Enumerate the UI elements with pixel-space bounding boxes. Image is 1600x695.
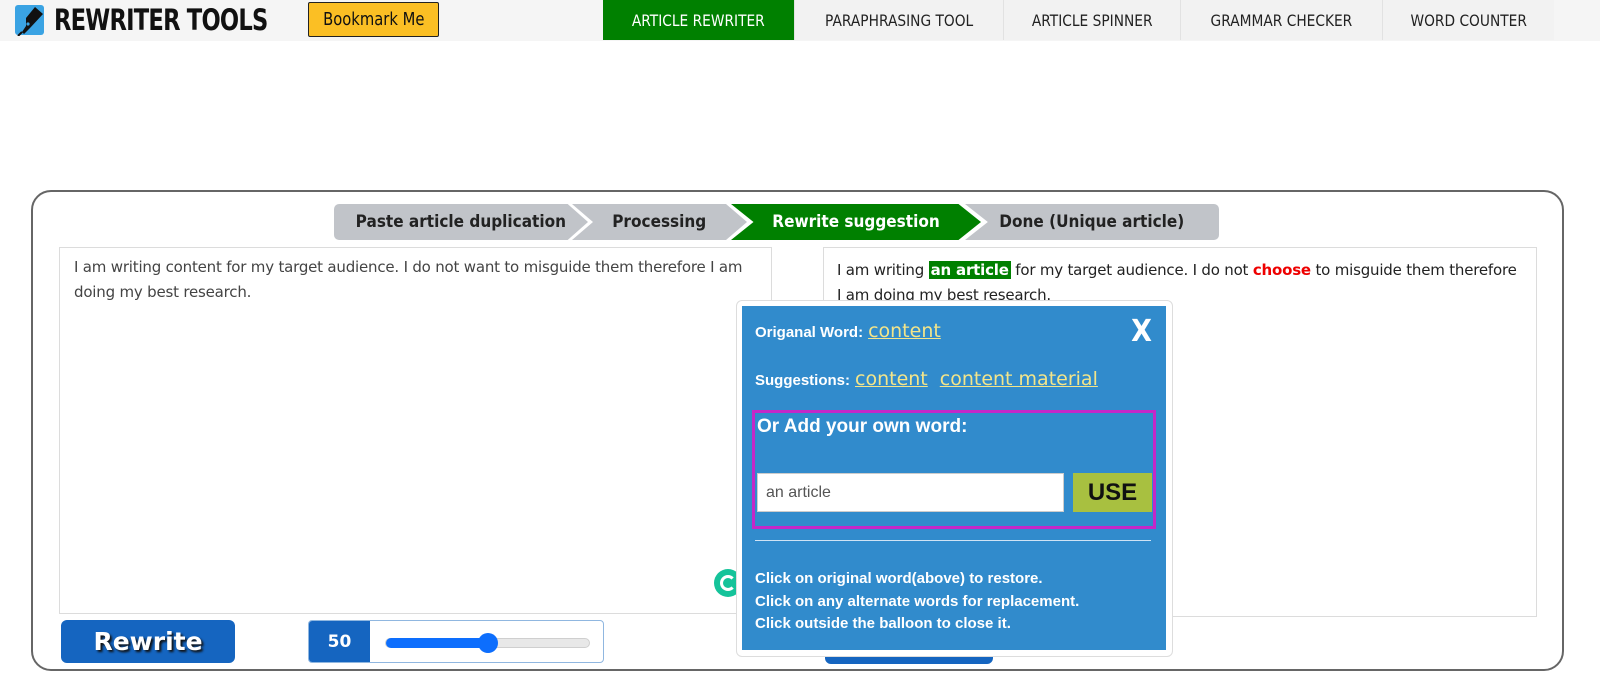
nav-grammar-checker[interactable]: GRAMMAR CHECKER xyxy=(1180,0,1382,40)
replaced-word[interactable]: an article xyxy=(928,261,1011,279)
original-word-label: Origanal Word: xyxy=(755,324,864,341)
main-nav: ARTICLE REWRITER PARAPHRASING TOOL ARTIC… xyxy=(603,0,1555,40)
input-textarea[interactable]: I am writing content for my target audie… xyxy=(59,247,772,614)
suggestions-row: Suggestions: content content material xyxy=(755,368,1098,390)
output-segment: for my target audience. I do not xyxy=(1010,261,1253,279)
logo[interactable]: REWRITER TOOLS xyxy=(13,1,328,39)
help-line: Click on any alternate words for replace… xyxy=(755,592,1080,610)
nav-label: ARTICLE REWRITER xyxy=(631,10,765,30)
step-label: Done (Unique article) xyxy=(999,212,1185,232)
step-done: Done (Unique article) xyxy=(965,204,1219,240)
own-word-label: Or Add your own word: xyxy=(757,416,968,437)
step-label: Processing xyxy=(612,212,707,232)
suggestion-balloon: Origanal Word: content X Suggestions: co… xyxy=(742,306,1166,650)
nav-paraphrasing-tool[interactable]: PARAPHRASING TOOL xyxy=(793,0,1003,40)
help-line: Click outside the balloon to close it. xyxy=(755,615,1011,632)
top-header: REWRITER TOOLS Bookmark Me ARTICLE REWRI… xyxy=(0,0,1600,41)
own-word-box: Or Add your own word: USE xyxy=(752,410,1156,529)
suggestion-link[interactable]: content xyxy=(855,368,928,390)
pen-nib-icon xyxy=(13,4,46,37)
bookmark-label: Bookmark Me xyxy=(322,9,425,30)
step-label: Rewrite suggestion xyxy=(772,212,940,232)
own-word-input[interactable] xyxy=(757,473,1064,512)
close-icon[interactable]: X xyxy=(1131,314,1152,349)
nav-article-spinner[interactable]: ARTICLE SPINNER xyxy=(1002,0,1181,40)
slider-value: 50 xyxy=(309,621,370,662)
nav-word-counter[interactable]: WORD COUNTER xyxy=(1381,0,1555,40)
suggestions-label: Suggestions: xyxy=(755,372,851,389)
help-line: Click on original word(above) to restore… xyxy=(755,570,1043,587)
rewrite-button[interactable]: Rewrite xyxy=(61,620,235,663)
step-processing: Processing xyxy=(572,204,747,240)
slider-track[interactable] xyxy=(385,633,590,653)
slider-fill xyxy=(386,638,488,648)
nav-label: WORD COUNTER xyxy=(1410,10,1527,30)
logo-text: REWRITER TOOLS xyxy=(54,3,268,37)
step-label: Paste article duplication xyxy=(355,212,567,232)
changed-word[interactable]: choose xyxy=(1253,261,1311,279)
original-word-link[interactable]: content xyxy=(868,320,941,342)
bookmark-button[interactable]: Bookmark Me xyxy=(308,2,439,37)
balloon-divider xyxy=(755,540,1151,541)
progress-steps: Paste article duplication Processing Rew… xyxy=(334,204,1219,240)
nav-label: PARAPHRASING TOOL xyxy=(824,10,973,30)
step-paste-article: Paste article duplication xyxy=(334,204,588,240)
use-button[interactable]: USE xyxy=(1073,473,1152,512)
nav-label: ARTICLE SPINNER xyxy=(1031,10,1153,30)
rewrite-strength-slider: 50 xyxy=(308,620,604,663)
original-word-row: Origanal Word: content xyxy=(755,320,941,342)
balloon-help: Click on original word(above) to restore… xyxy=(755,568,1079,636)
nav-article-rewriter[interactable]: ARTICLE REWRITER xyxy=(603,0,794,40)
slider-thumb[interactable] xyxy=(477,633,498,653)
input-text: I am writing content for my target audie… xyxy=(74,258,743,301)
suggestion-link[interactable]: content material xyxy=(940,368,1098,390)
nav-label: GRAMMAR CHECKER xyxy=(1210,10,1353,30)
step-rewrite-suggestion: Rewrite suggestion xyxy=(731,204,981,240)
output-segment: I am writing xyxy=(837,261,929,279)
